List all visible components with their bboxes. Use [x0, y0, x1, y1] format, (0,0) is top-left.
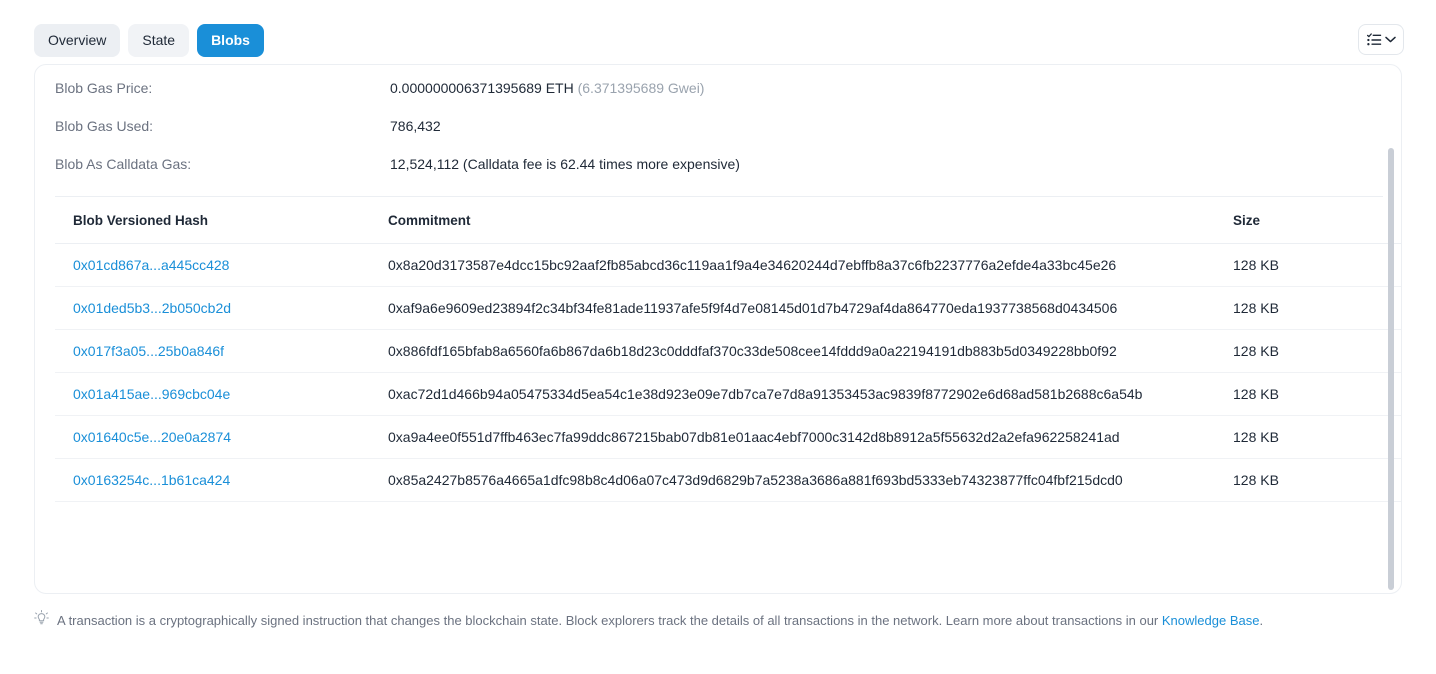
lightbulb-icon — [34, 610, 49, 631]
column-header-size: Size — [1233, 197, 1401, 244]
tab-state[interactable]: State — [128, 24, 190, 57]
blob-hash-link[interactable]: 0x01a415ae...969cbc04e — [73, 386, 230, 402]
table-header-row: Blob Versioned Hash Commitment Size — [55, 197, 1401, 244]
detail-value-blob-gas-used: 786,432 — [390, 118, 441, 134]
cell-blob-hash: 0x01ded5b3...2b050cb2d — [55, 286, 388, 330]
cell-commitment: 0xac72d1d466b94a05475334d5ea54c1e38d923e… — [388, 372, 1233, 416]
cell-blob-hash: 0x01640c5e...20e0a2874 — [55, 415, 388, 459]
blob-hash-link[interactable]: 0x01640c5e...20e0a2874 — [73, 429, 231, 445]
cell-size: 128 KB — [1233, 458, 1401, 502]
blob-hash-link[interactable]: 0x0163254c...1b61ca424 — [73, 472, 230, 488]
blobs-table: Blob Versioned Hash Commitment Size 0x01… — [55, 197, 1401, 502]
cell-commitment: 0x886fdf165bfab8a6560fa6b867da6b18d23c0d… — [388, 329, 1233, 373]
detail-label-blob-gas-used: Blob Gas Used: — [55, 118, 154, 134]
table-row: 0x01640c5e...20e0a2874 0xa9a4ee0f551d7ff… — [55, 415, 1401, 459]
tab-blobs[interactable]: Blobs — [197, 24, 264, 57]
table-row: 0x01ded5b3...2b050cb2d 0xaf9a6e9609ed238… — [55, 286, 1401, 330]
card-scroll-content: Blob Fee: Base: 0.000010000484491848 ETH… — [35, 65, 1401, 502]
cell-blob-hash: 0x01a415ae...969cbc04e — [55, 372, 388, 416]
table-row: 0x01cd867a...a445cc428 0x8a20d3173587e4d… — [55, 243, 1401, 287]
cell-commitment: 0xaf9a6e9609ed23894f2c34bf34fe81ade11937… — [388, 286, 1233, 330]
cell-blob-hash: 0x017f3a05...25b0a846f — [55, 329, 388, 373]
tab-overview[interactable]: Overview — [34, 24, 121, 57]
detail-value-blob-gas-price: 0.000000006371395689 ETH (6.371395689 Gw… — [390, 79, 704, 98]
blob-hash-link[interactable]: 0x017f3a05...25b0a846f — [73, 343, 224, 359]
blob-hash-link[interactable]: 0x01ded5b3...2b050cb2d — [73, 300, 231, 316]
detail-label-blob-as-calldata-gas: Blob As Calldata Gas: — [55, 156, 192, 172]
cell-size: 128 KB — [1233, 372, 1401, 416]
knowledge-base-link[interactable]: Knowledge Base — [1162, 613, 1260, 628]
cell-blob-hash: 0x01cd867a...a445cc428 — [55, 243, 388, 287]
blob-hash-link[interactable]: 0x01cd867a...a445cc428 — [73, 257, 229, 273]
column-header-commitment: Commitment — [388, 197, 1233, 244]
tab-bar: Overview State Blobs — [34, 24, 264, 57]
footer-text: A transaction is a cryptographically sig… — [57, 612, 1263, 630]
detail-row-blob-gas-used: Blob Gas Used: 786,432 — [55, 107, 1383, 145]
table-row: 0x017f3a05...25b0a846f 0x886fdf165bfab8a… — [55, 329, 1401, 373]
footer-note: A transaction is a cryptographically sig… — [34, 610, 1263, 631]
cell-commitment: 0x8a20d3173587e4dcc15bc92aaf2fb85abcd36c… — [388, 243, 1233, 287]
table-row: 0x0163254c...1b61ca424 0x85a2427b8576a46… — [55, 458, 1401, 502]
cell-commitment: 0x85a2427b8576a4665a1dfc98b8c4d06a07c473… — [388, 458, 1233, 502]
blob-gas-price-eth: 0.000000006371395689 ETH — [390, 80, 574, 96]
column-header-blob-versioned-hash: Blob Versioned Hash — [55, 197, 388, 244]
detail-row-blob-gas-price: Blob Gas Price: 0.000000006371395689 ETH… — [55, 69, 1383, 107]
footer-text-main: A transaction is a cryptographically sig… — [57, 612, 1162, 628]
cell-size: 128 KB — [1233, 286, 1401, 330]
table-row: 0x01a415ae...969cbc04e 0xac72d1d466b94a0… — [55, 372, 1401, 416]
cell-size: 128 KB — [1233, 415, 1401, 459]
cell-commitment: 0xa9a4ee0f551d7ffb463ec7fa99ddc867215bab… — [388, 415, 1233, 459]
footer-text-suffix: . — [1259, 612, 1264, 628]
detail-label-blob-gas-price: Blob Gas Price: — [55, 80, 153, 96]
blobs-card: Blob Fee: Base: 0.000010000484491848 ETH… — [34, 64, 1402, 594]
view-options-button[interactable] — [1358, 24, 1404, 55]
list-checklist-icon — [1366, 32, 1382, 47]
cell-blob-hash: 0x0163254c...1b61ca424 — [55, 458, 388, 502]
blobs-table-body: 0x01cd867a...a445cc428 0x8a20d3173587e4d… — [55, 243, 1401, 502]
chevron-down-icon — [1384, 36, 1396, 43]
blobs-page: Overview State Blobs Blob Fee: — [0, 0, 1436, 674]
cell-size: 128 KB — [1233, 329, 1401, 373]
detail-value-blob-as-calldata-gas: 12,524,112 (Calldata fee is 62.44 times … — [390, 156, 740, 172]
scrollbar-thumb[interactable] — [1388, 148, 1394, 590]
cell-size: 128 KB — [1233, 243, 1401, 287]
blob-gas-price-gwei: (6.371395689 Gwei) — [577, 80, 705, 96]
detail-row-blob-as-calldata-gas: Blob As Calldata Gas: 12,524,112 (Callda… — [55, 145, 1383, 183]
blobs-table-head: Blob Versioned Hash Commitment Size — [55, 197, 1401, 244]
